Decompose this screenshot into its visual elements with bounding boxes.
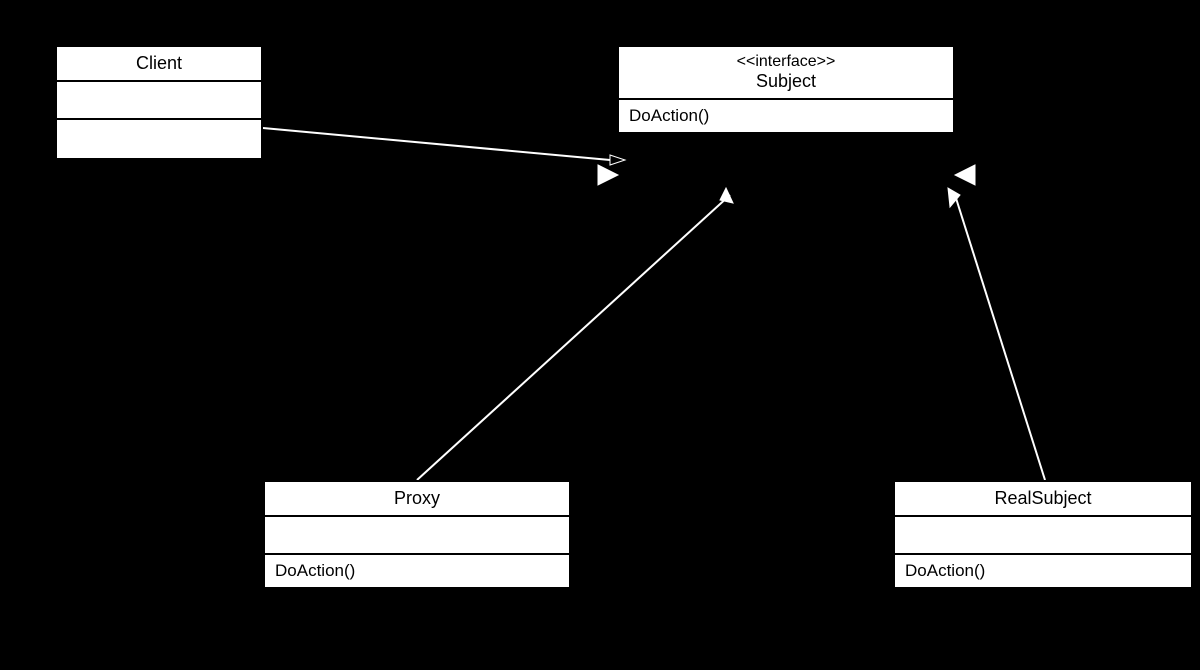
realsubject-fields-section bbox=[895, 517, 1191, 555]
proxy-fields-section bbox=[265, 517, 569, 555]
uml-diagram: Client <<interface>> Subject DoAction() … bbox=[0, 0, 1200, 670]
subject-doaction-method: DoAction() bbox=[619, 100, 953, 132]
client-methods-section bbox=[57, 120, 261, 158]
subject-class-name: <<interface>> Subject bbox=[619, 47, 953, 100]
client-fields-section bbox=[57, 82, 261, 120]
proxy-class: Proxy DoAction() bbox=[263, 480, 571, 589]
realsubject-class: RealSubject DoAction() bbox=[893, 480, 1193, 589]
client-class-name: Client bbox=[57, 47, 261, 82]
client-class: Client bbox=[55, 45, 263, 160]
proxy-doaction-method: DoAction() bbox=[265, 555, 569, 587]
realsubject-class-name: RealSubject bbox=[895, 482, 1191, 517]
proxy-class-name: Proxy bbox=[265, 482, 569, 517]
subject-stereotype: <<interface>> bbox=[629, 53, 943, 71]
realsubject-doaction-method: DoAction() bbox=[895, 555, 1191, 587]
subject-class: <<interface>> Subject DoAction() bbox=[617, 45, 955, 134]
